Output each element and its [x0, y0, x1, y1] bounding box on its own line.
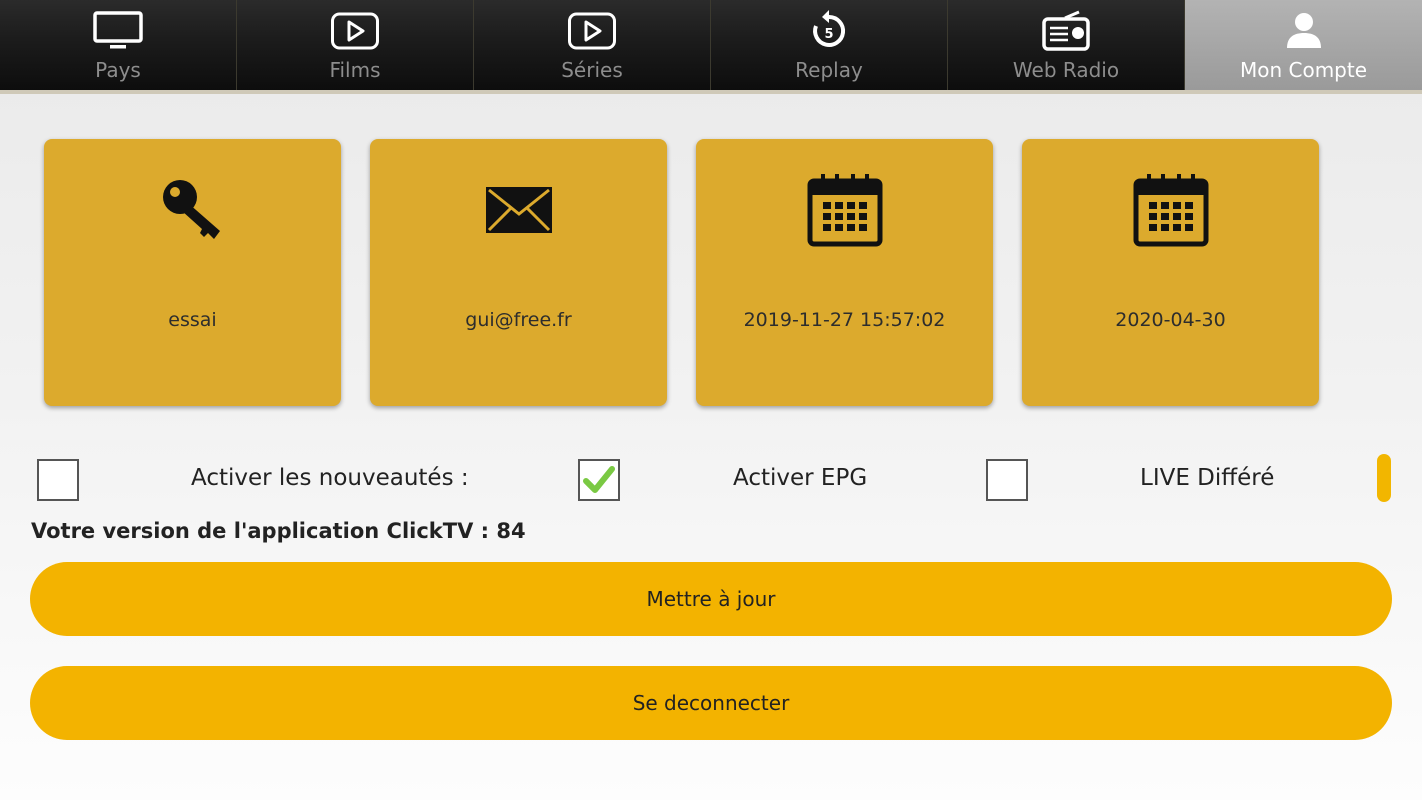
update-button[interactable]: Mettre à jour — [30, 562, 1392, 636]
top-nav: Pays Films Séries 5 Replay Web Radio Mon… — [0, 0, 1422, 94]
username-card: essai — [44, 139, 341, 406]
tab-label: Films — [329, 58, 381, 82]
tab-label: Replay — [795, 58, 863, 82]
email-card: gui@free.fr — [370, 139, 667, 406]
expiry-date-card: 2020-04-30 — [1022, 139, 1319, 406]
key-icon — [44, 169, 341, 251]
app-version-text: Votre version de l'application ClickTV :… — [31, 519, 526, 543]
created-date-value: 2019-11-27 15:57:02 — [743, 309, 946, 331]
check-icon — [583, 466, 615, 493]
live-differe-checkbox[interactable] — [986, 459, 1028, 501]
created-date-card: 2019-11-27 15:57:02 — [696, 139, 993, 406]
play-icon — [567, 0, 617, 56]
play-icon — [330, 0, 380, 56]
username-value: essai — [168, 309, 217, 331]
scrollbar-thumb[interactable] — [1377, 454, 1391, 502]
live-differe-label: LIVE Différé — [1140, 465, 1275, 491]
calendar-icon — [696, 169, 993, 251]
radio-icon — [1041, 0, 1091, 56]
replay-badge: 5 — [824, 27, 833, 42]
logout-button[interactable]: Se deconnecter — [30, 666, 1392, 740]
tab-label: Séries — [561, 58, 623, 82]
epg-checkbox[interactable] — [578, 459, 620, 501]
new-releases-checkbox[interactable] — [37, 459, 79, 501]
epg-label: Activer EPG — [733, 465, 868, 491]
tab-pays[interactable]: Pays — [0, 0, 237, 90]
tab-series[interactable]: Séries — [474, 0, 711, 90]
calendar-icon — [1022, 169, 1319, 251]
tab-label: Web Radio — [1012, 58, 1120, 82]
new-releases-label: Activer les nouveautés : — [191, 465, 469, 491]
tab-replay[interactable]: 5 Replay — [711, 0, 948, 90]
tv-icon — [92, 0, 144, 56]
envelope-icon — [370, 169, 667, 251]
tab-web-radio[interactable]: Web Radio — [948, 0, 1185, 90]
tab-films[interactable]: Films — [237, 0, 474, 90]
expiry-date-value: 2020-04-30 — [1115, 309, 1226, 331]
replay-icon: 5 — [807, 0, 851, 56]
tab-mon-compte[interactable]: Mon Compte — [1185, 0, 1422, 90]
email-value: gui@free.fr — [465, 309, 572, 331]
tab-label: Pays — [95, 58, 141, 82]
tab-label: Mon Compte — [1239, 58, 1368, 82]
user-icon — [1284, 0, 1324, 56]
